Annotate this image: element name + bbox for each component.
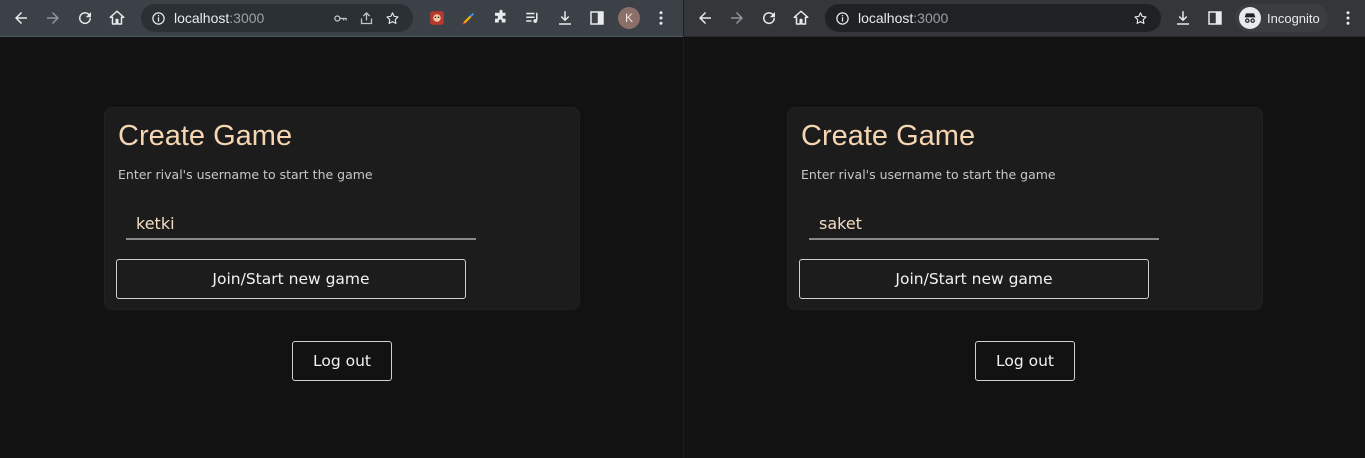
avatar: K bbox=[618, 7, 640, 29]
media-icon bbox=[526, 12, 538, 23]
logout-button[interactable]: Log out bbox=[975, 341, 1075, 381]
extension-button-1[interactable] bbox=[421, 3, 453, 33]
side-panel-icon bbox=[1208, 11, 1222, 25]
home-icon bbox=[793, 10, 809, 25]
profile-button[interactable]: K bbox=[613, 3, 645, 33]
home-icon bbox=[109, 10, 125, 25]
card-subtitle: Enter rival's username to start the game bbox=[801, 167, 1056, 182]
forward-button[interactable] bbox=[721, 3, 753, 33]
rival-username-input[interactable] bbox=[126, 208, 476, 238]
incognito-badge[interactable]: Incognito bbox=[1235, 4, 1328, 32]
address-bar[interactable]: localhost:3000 bbox=[825, 4, 1161, 32]
back-icon bbox=[699, 12, 711, 24]
chrome-menu-button[interactable] bbox=[645, 3, 677, 33]
home-button[interactable] bbox=[785, 3, 817, 33]
bookmark-button[interactable] bbox=[379, 5, 405, 31]
chrome-menu-button[interactable] bbox=[1332, 3, 1364, 33]
create-game-card: Create Game Enter rival's username to st… bbox=[104, 107, 580, 310]
downloads-button[interactable] bbox=[549, 3, 581, 33]
forward-icon bbox=[731, 12, 743, 24]
reload-icon bbox=[79, 12, 92, 25]
url-port: :3000 bbox=[913, 10, 949, 26]
forward-icon bbox=[47, 12, 59, 24]
downloads-button[interactable] bbox=[1167, 3, 1199, 33]
incognito-icon bbox=[1239, 7, 1261, 29]
extension-icon bbox=[495, 9, 506, 23]
info-icon bbox=[836, 11, 849, 25]
share-button[interactable] bbox=[353, 5, 379, 31]
reload-icon bbox=[763, 12, 776, 25]
side-panel-button[interactable] bbox=[1199, 3, 1231, 33]
rival-username-field bbox=[809, 208, 1159, 240]
url-host: localhost bbox=[858, 10, 914, 26]
join-game-button[interactable]: Join/Start new game bbox=[116, 259, 466, 299]
color-picker-icon bbox=[462, 12, 475, 25]
media-controls-button[interactable] bbox=[517, 3, 549, 33]
side-panel-button[interactable] bbox=[581, 3, 613, 33]
menu-icon bbox=[1346, 11, 1350, 25]
card-subtitle: Enter rival's username to start the game bbox=[118, 167, 373, 182]
right-toolbar: localhost:3000 Incognito bbox=[684, 0, 1365, 37]
left-toolbar: localhost:3000 K bbox=[0, 0, 683, 37]
screen: localhost:3000 K Create Game Enter rival… bbox=[0, 0, 1365, 458]
download-icon bbox=[559, 11, 571, 25]
download-icon bbox=[1177, 11, 1189, 25]
url-text: localhost:3000 bbox=[858, 10, 1127, 26]
create-game-card: Create Game Enter rival's username to st… bbox=[787, 107, 1263, 310]
home-button[interactable] bbox=[101, 3, 133, 33]
bookmark-button[interactable] bbox=[1127, 5, 1153, 31]
star-icon bbox=[1133, 11, 1147, 24]
back-button[interactable] bbox=[5, 3, 37, 33]
address-bar[interactable]: localhost:3000 bbox=[141, 4, 413, 32]
card-title: Create Game bbox=[801, 120, 976, 152]
right-browser-window: localhost:3000 Incognito Create Game Ent… bbox=[684, 0, 1365, 458]
reload-button[interactable] bbox=[69, 3, 101, 33]
rival-username-input[interactable] bbox=[809, 208, 1159, 238]
side-panel-icon bbox=[590, 11, 604, 25]
forward-button[interactable] bbox=[37, 3, 69, 33]
left-browser-window: localhost:3000 K Create Game Enter rival… bbox=[0, 0, 683, 458]
back-button[interactable] bbox=[689, 3, 721, 33]
password-key-button[interactable] bbox=[327, 5, 353, 31]
logout-button[interactable]: Log out bbox=[292, 341, 392, 381]
url-port: :3000 bbox=[229, 10, 265, 26]
back-icon bbox=[15, 12, 27, 24]
key-icon bbox=[333, 14, 347, 22]
star-icon bbox=[385, 11, 399, 24]
share-icon bbox=[360, 11, 372, 24]
incognito-label: Incognito bbox=[1267, 10, 1320, 26]
extension-app-icon bbox=[430, 11, 444, 25]
rival-username-field bbox=[126, 208, 476, 240]
join-game-button[interactable]: Join/Start new game bbox=[799, 259, 1149, 299]
extension-button-2[interactable] bbox=[453, 3, 485, 33]
card-title: Create Game bbox=[118, 120, 293, 152]
url-host: localhost bbox=[174, 10, 230, 26]
url-text: localhost:3000 bbox=[174, 10, 327, 26]
reload-button[interactable] bbox=[753, 3, 785, 33]
extensions-menu-button[interactable] bbox=[485, 3, 517, 33]
info-icon bbox=[152, 11, 165, 25]
menu-icon bbox=[659, 11, 663, 25]
